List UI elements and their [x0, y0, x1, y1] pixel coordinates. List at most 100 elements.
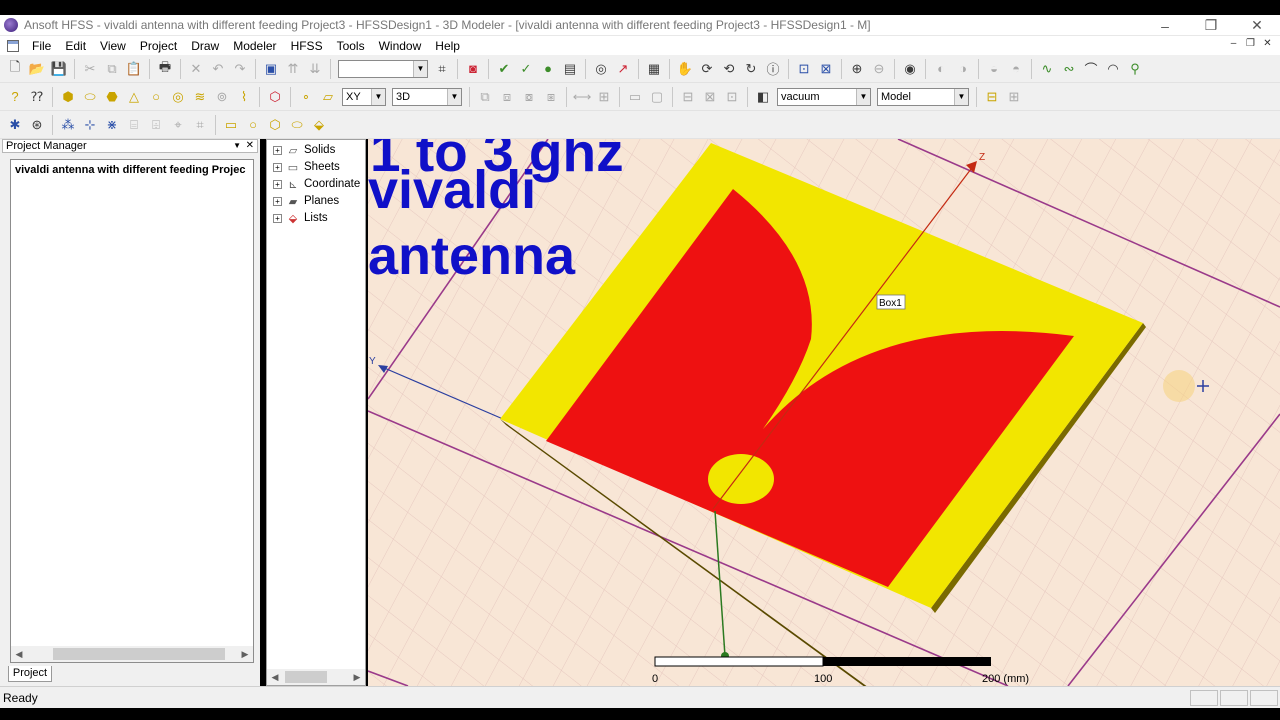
modeler-viewport[interactable]: Y Z Box1 0 100 200 (mm) 1 to 3 ghz vival…	[368, 139, 1280, 686]
excitation-icon[interactable]: ⊛	[28, 116, 46, 134]
help-icon[interactable]: ?	[6, 88, 24, 106]
history-tree-scrollbar[interactable]: ◀ ▶	[267, 669, 365, 685]
spin-icon[interactable]: ↻	[742, 60, 760, 78]
ungroup-icon[interactable]: ⊞	[1005, 88, 1023, 106]
project-root-item[interactable]: vivaldi antenna with different feeding P…	[11, 160, 253, 176]
undo-icon[interactable]: ↶	[209, 60, 227, 78]
box-icon[interactable]: ⬢	[59, 88, 77, 106]
project-tree-scrollbar[interactable]: ◀ ▶	[11, 646, 253, 662]
regular-polyhedron-icon[interactable]: ⬣	[103, 88, 121, 106]
circle-icon[interactable]: ○	[244, 116, 262, 134]
scroll-thumb[interactable]	[285, 671, 327, 683]
material-icon[interactable]: ◧	[754, 88, 772, 106]
fields-icon[interactable]: ◎	[592, 60, 610, 78]
boundary-icon[interactable]: ✱	[6, 116, 24, 134]
fit-all-icon[interactable]: ⊠	[817, 60, 835, 78]
new-icon[interactable]: 🗋	[6, 59, 24, 78]
plane-icon[interactable]: ⏥	[319, 88, 337, 106]
menu-draw[interactable]: Draw	[184, 39, 226, 53]
mirror-icon[interactable]: ▭	[626, 88, 644, 106]
paste-icon[interactable]: 📋	[125, 60, 143, 78]
copy-icon[interactable]: ⧉	[103, 60, 121, 78]
validate-icon[interactable]: ✔	[495, 60, 513, 78]
fit-selection-icon[interactable]: ⊡	[795, 60, 813, 78]
menu-view[interactable]: View	[93, 39, 133, 53]
show-icon[interactable]: ◐	[932, 60, 950, 78]
menu-edit[interactable]: Edit	[58, 39, 93, 53]
redo-icon[interactable]: ↷	[231, 60, 249, 78]
record-icon[interactable]: ◙	[464, 60, 482, 78]
thicken-icon[interactable]: ⊞	[595, 88, 613, 106]
mdi-restore-button[interactable]: ❐	[1244, 38, 1257, 51]
tree-item-lists[interactable]: + ⬙ Lists	[273, 210, 328, 226]
expand-icon[interactable]: +	[273, 196, 282, 206]
arc-icon[interactable]: ⌒	[1082, 60, 1100, 78]
scroll-right-icon[interactable]: ▶	[237, 646, 253, 662]
scroll-left-icon[interactable]: ◀	[11, 646, 27, 662]
vertex-icon[interactable]: ⁂	[59, 116, 77, 134]
ruler-icon[interactable]: ⌹	[147, 116, 165, 134]
spiral-icon[interactable]: ⊚	[213, 88, 231, 106]
eye-icon[interactable]: ◉	[901, 60, 919, 78]
split-icon[interactable]: ⧆	[542, 88, 560, 106]
arrange-icon[interactable]: ⊡	[723, 88, 741, 106]
cut-icon[interactable]: ✂	[81, 60, 99, 78]
pan-icon[interactable]: ✋	[676, 60, 694, 78]
selection-combo[interactable]: ▼	[338, 59, 428, 78]
cone-icon[interactable]: △	[125, 88, 143, 106]
analyze-icon[interactable]: ✓	[517, 60, 535, 78]
tree-item-solids[interactable]: + ▱ Solids	[273, 142, 335, 158]
plane-select[interactable]: XY ▼	[342, 87, 386, 106]
torus-icon[interactable]: ◎	[169, 88, 187, 106]
point-icon[interactable]: ∘	[297, 88, 315, 106]
context-help-icon[interactable]: ⁇	[28, 88, 46, 106]
menu-hfss[interactable]: HFSS	[284, 39, 330, 53]
close-button[interactable]: ✕	[1234, 15, 1280, 36]
menu-help[interactable]: Help	[428, 39, 467, 53]
measure-icon[interactable]: ⌸	[125, 116, 143, 134]
mdi-minimize-button[interactable]: –	[1227, 38, 1240, 51]
close-panel-icon[interactable]: ✕	[246, 140, 254, 152]
viewport-canvas[interactable]: Y Z Box1 0 100 200 (mm)	[368, 139, 1280, 686]
distribute-icon[interactable]: ⊠	[701, 88, 719, 106]
scroll-right-icon[interactable]: ▶	[349, 669, 365, 685]
scroll-thumb[interactable]	[53, 648, 225, 660]
print-icon[interactable]: 🖶	[156, 59, 174, 78]
menu-window[interactable]: Window	[372, 39, 429, 53]
solver-icon[interactable]: ●	[539, 60, 557, 78]
sphere-icon[interactable]: ○	[147, 88, 165, 106]
polygon-icon[interactable]: ⬡	[266, 116, 284, 134]
region-icon[interactable]: ⬙	[310, 116, 328, 134]
pin-icon[interactable]: ▼	[233, 140, 241, 152]
project-tab[interactable]: Project	[8, 666, 52, 682]
sweep-icon[interactable]: ⟷	[573, 88, 592, 106]
zoom-out-icon[interactable]: ⊖	[870, 60, 888, 78]
rectangle-icon[interactable]: ▭	[222, 116, 240, 134]
edge-icon[interactable]: ⊹	[81, 116, 99, 134]
move-up-icon[interactable]: ⇈	[284, 60, 302, 78]
plot-icon[interactable]: ↗	[614, 60, 632, 78]
menu-file[interactable]: File	[25, 39, 58, 53]
rotate-icon[interactable]: ⟳	[698, 60, 716, 78]
helix-icon[interactable]: ≋	[191, 88, 209, 106]
dimension-select[interactable]: 3D ▼	[392, 87, 462, 106]
render-icon[interactable]: ◒	[985, 60, 1003, 78]
curve-icon[interactable]: ∾	[1060, 60, 1078, 78]
offset-icon[interactable]: ⌗	[191, 116, 209, 134]
document-icon[interactable]	[7, 39, 19, 52]
model-select[interactable]: Model ▼	[877, 87, 969, 106]
arc2-icon[interactable]: ◠	[1104, 60, 1122, 78]
cylinder-icon[interactable]: ⬭	[81, 88, 99, 106]
tree-item-sheets[interactable]: + ▭ Sheets	[273, 159, 340, 175]
grid-icon[interactable]: ⌗	[433, 60, 451, 78]
move-down-icon[interactable]: ⇊	[306, 60, 324, 78]
menu-tools[interactable]: Tools	[330, 39, 372, 53]
menu-modeler[interactable]: Modeler	[226, 39, 283, 53]
object-icon[interactable]: ⬡	[266, 88, 284, 106]
report-icon[interactable]: ▤	[561, 60, 579, 78]
orbit-icon[interactable]: ⟲	[720, 60, 738, 78]
hide-icon[interactable]: ◑	[954, 60, 972, 78]
expand-icon[interactable]: +	[273, 213, 282, 223]
minimize-button[interactable]: –	[1142, 15, 1188, 36]
material-select[interactable]: vacuum ▼	[777, 87, 871, 106]
